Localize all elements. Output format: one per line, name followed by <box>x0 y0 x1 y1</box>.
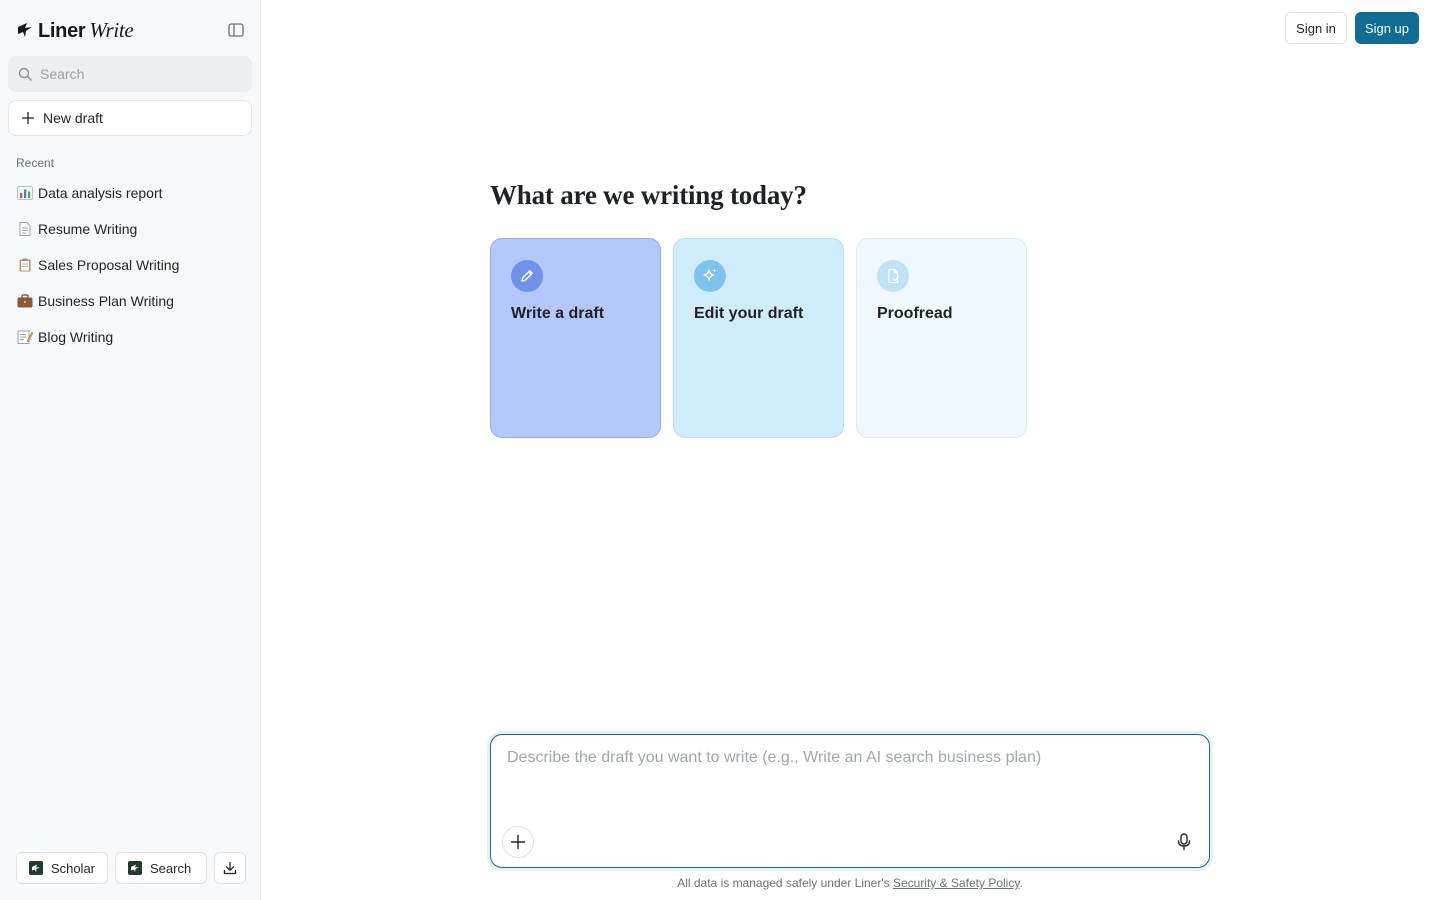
page-emoji-icon <box>19 222 31 236</box>
sign-up-button[interactable]: Sign up <box>1354 12 1419 44</box>
document-check-icon <box>877 260 909 292</box>
briefcase-emoji-icon <box>17 294 33 308</box>
attach-button[interactable] <box>502 826 534 858</box>
search-label: Search <box>150 860 192 876</box>
recent-item-label: Data analysis report <box>38 185 163 201</box>
recent-item-data-analysis-report[interactable]: Data analysis report <box>8 175 252 211</box>
sidebar-toggle-icon <box>228 23 244 37</box>
logo-row: Liner Write <box>16 18 246 42</box>
card-label: Proofread <box>877 305 953 322</box>
memo-emoji-icon <box>17 330 33 344</box>
recent-item-label: Business Plan Writing <box>38 293 174 309</box>
recent-item-business-plan-writing[interactable]: Business Plan Writing <box>8 283 252 319</box>
recent-item-sales-proposal-writing[interactable]: Sales Proposal Writing <box>8 247 252 283</box>
liner-logo-icon <box>18 23 32 37</box>
write-draft-card[interactable]: Write a draft <box>490 238 661 438</box>
draft-prompt-input[interactable] <box>507 749 1197 809</box>
search-logo-icon <box>128 861 142 875</box>
recent-list: Data analysis report Resume Writing Sale… <box>8 175 252 355</box>
edit-draft-card[interactable]: Edit your draft <box>673 238 844 438</box>
footer-suffix: . <box>1019 876 1023 890</box>
logo-brand-name: Liner <box>38 19 86 42</box>
recent-item-blog-writing[interactable]: Blog Writing <box>8 319 252 355</box>
collapse-sidebar-button[interactable] <box>226 20 246 40</box>
clipboard-emoji-icon <box>19 258 31 272</box>
search-input[interactable] <box>40 66 230 82</box>
new-draft-label: New draft <box>43 110 103 126</box>
sign-in-button[interactable]: Sign in <box>1285 12 1347 44</box>
search-icon <box>18 67 32 81</box>
sidebar: LinerWrite New draft Recent <box>0 0 261 900</box>
new-draft-button[interactable]: New draft <box>8 100 252 136</box>
footer-prefix: All data is managed safely under Liner's <box>677 876 893 890</box>
scholar-button[interactable]: Scholar <box>16 852 108 884</box>
security-footer-note: All data is managed safely under Liner's… <box>490 876 1210 890</box>
sidebar-search[interactable] <box>8 56 252 92</box>
page-headline: What are we writing today? <box>490 180 807 210</box>
card-label: Edit your draft <box>694 305 804 322</box>
draft-composer <box>490 734 1210 868</box>
recent-item-label: Blog Writing <box>38 329 114 345</box>
mode-cards: Write a draft Edit your draft Proofread <box>490 238 1027 438</box>
header-actions: Sign in Sign up <box>1285 12 1419 44</box>
scholar-logo-icon <box>29 861 43 875</box>
sparkle-icon <box>694 260 726 292</box>
plus-icon <box>510 834 526 850</box>
sidebar-bottom-bar: Scholar Search <box>16 852 246 884</box>
liner-write-logo[interactable]: Liner Write <box>16 17 134 43</box>
card-label: Write a draft <box>511 305 605 322</box>
security-policy-link[interactable]: Security & Safety Policy <box>893 876 1020 890</box>
pencil-icon <box>511 260 543 292</box>
bar-chart-emoji-icon <box>17 186 33 200</box>
proofread-card[interactable]: Proofread <box>856 238 1027 438</box>
logo-product-name: Write <box>89 17 134 42</box>
logo-text: Liner Write <box>38 17 134 43</box>
recent-item-label: Sales Proposal Writing <box>38 257 180 273</box>
recent-heading: Recent <box>16 156 55 170</box>
scholar-label: Scholar <box>50 860 95 876</box>
plus-icon <box>21 111 35 125</box>
liner-search-button[interactable]: Search <box>115 852 207 884</box>
microphone-icon <box>1177 833 1191 851</box>
recent-item-label: Resume Writing <box>38 221 138 237</box>
app-root: LinerWrite New draft Recent <box>0 0 1440 900</box>
download-icon <box>223 861 237 875</box>
recent-item-resume-writing[interactable]: Resume Writing <box>8 211 252 247</box>
download-app-button[interactable] <box>214 852 246 884</box>
microphone-button[interactable] <box>1173 831 1195 853</box>
